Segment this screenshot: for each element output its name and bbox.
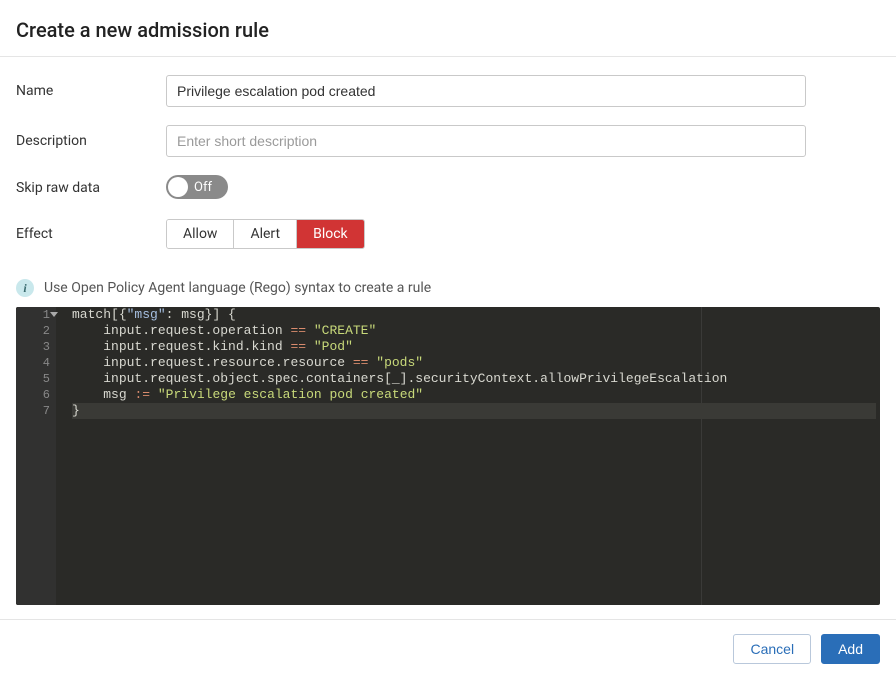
toggle-state-label: Off: [194, 180, 212, 195]
gutter-line-number: 4: [22, 355, 50, 371]
cancel-button[interactable]: Cancel: [733, 634, 811, 664]
code-editor[interactable]: 1234567 match[{"msg": msg}] { input.requ…: [16, 307, 880, 605]
info-icon: i: [16, 279, 34, 297]
code-line[interactable]: msg := "Privilege escalation pod created…: [72, 387, 876, 403]
gutter-line-number: 2: [22, 323, 50, 339]
code-line[interactable]: input.request.operation == "CREATE": [72, 323, 876, 339]
effect-option-alert[interactable]: Alert: [234, 220, 297, 248]
code-line[interactable]: }: [72, 403, 876, 419]
description-input[interactable]: [166, 125, 806, 157]
gutter-line-number: 7: [22, 403, 50, 419]
toggle-knob: [168, 177, 188, 197]
effect-option-block[interactable]: Block: [297, 220, 364, 248]
info-text: Use Open Policy Agent language (Rego) sy…: [44, 280, 431, 296]
gutter-line-number: 3: [22, 339, 50, 355]
skip-raw-label: Skip raw data: [16, 180, 166, 196]
page-title: Create a new admission rule: [16, 18, 880, 42]
name-input[interactable]: [166, 75, 806, 107]
code-line[interactable]: input.request.resource.resource == "pods…: [72, 355, 876, 371]
effect-option-allow[interactable]: Allow: [167, 220, 234, 248]
code-line[interactable]: input.request.kind.kind == "Pod": [72, 339, 876, 355]
editor-gutter: 1234567: [16, 307, 56, 605]
editor-code-area[interactable]: match[{"msg": msg}] { input.request.oper…: [56, 307, 880, 419]
effect-label: Effect: [16, 226, 166, 242]
description-label: Description: [16, 133, 166, 149]
effect-button-group: AllowAlertBlock: [166, 219, 365, 249]
modal-header: Create a new admission rule: [0, 0, 896, 57]
skip-raw-toggle[interactable]: Off: [166, 175, 228, 199]
code-line[interactable]: input.request.object.spec.containers[_].…: [72, 371, 876, 387]
add-button[interactable]: Add: [821, 634, 880, 664]
name-label: Name: [16, 83, 166, 99]
code-line[interactable]: match[{"msg": msg}] {: [72, 307, 876, 323]
gutter-line-number: 5: [22, 371, 50, 387]
gutter-line-number: 6: [22, 387, 50, 403]
gutter-line-number: 1: [22, 307, 50, 323]
